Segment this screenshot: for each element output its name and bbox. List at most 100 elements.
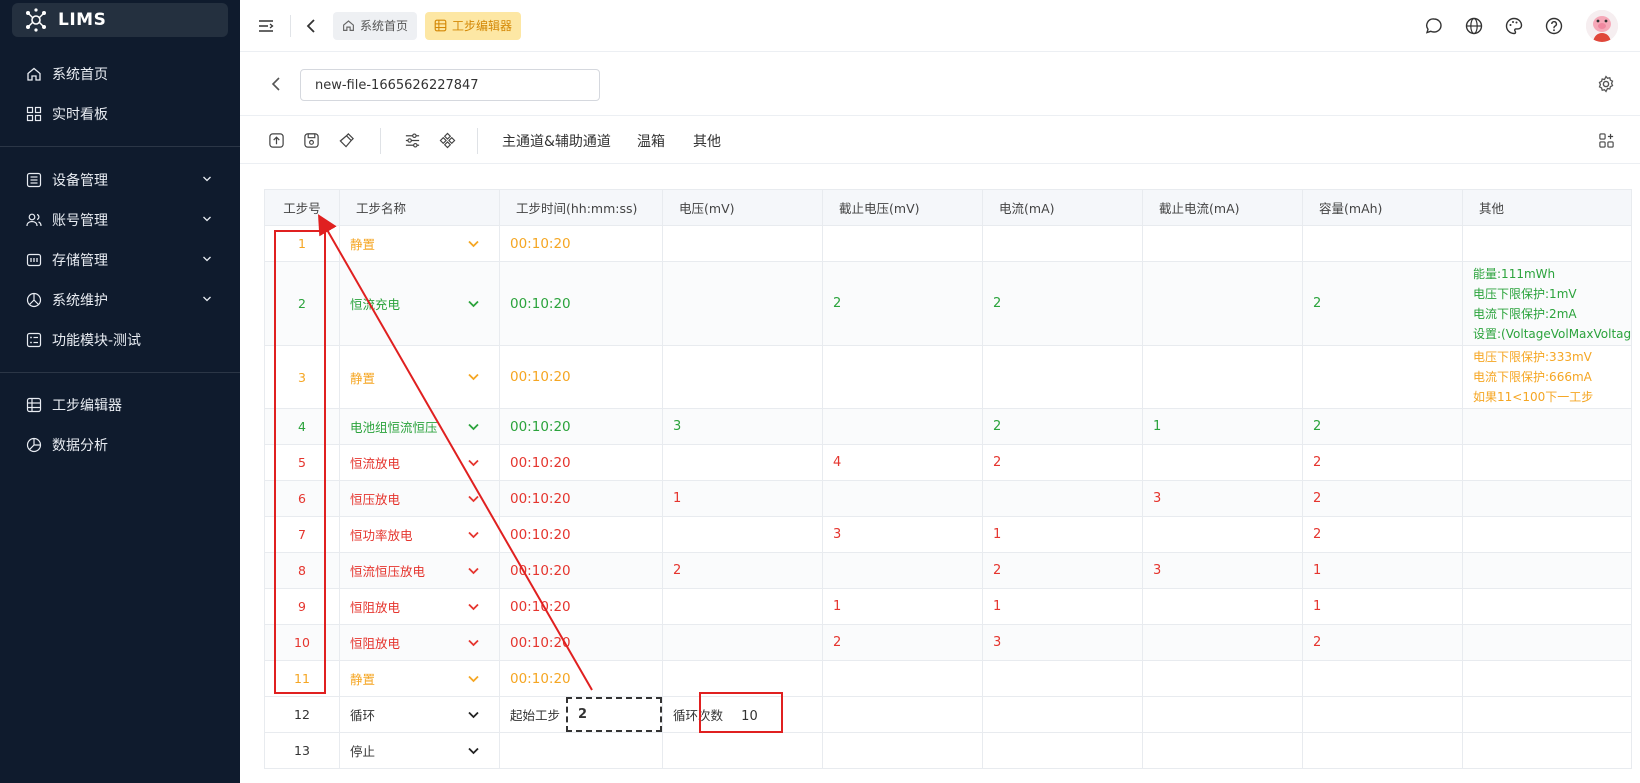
cell-step-name[interactable]: 电池组恒流恒压 bbox=[339, 408, 500, 445]
cell-step-time[interactable]: 00:10:20 bbox=[498, 225, 664, 262]
column-header-step-no[interactable]: 工步号 bbox=[264, 189, 340, 226]
cell-capacity[interactable]: 2 bbox=[1302, 444, 1464, 481]
cell-current[interactable] bbox=[982, 660, 1144, 697]
upload-icon[interactable] bbox=[266, 130, 286, 150]
cell-cut-current[interactable] bbox=[1142, 444, 1304, 481]
cell-capacity[interactable] bbox=[1302, 345, 1464, 409]
cell-step-name[interactable]: 静置 bbox=[339, 225, 500, 262]
cell-cut-current[interactable] bbox=[1142, 660, 1304, 697]
table-row[interactable]: 11 静置 00:10:20 bbox=[264, 660, 1633, 697]
cell-cut-voltage[interactable] bbox=[822, 552, 984, 589]
cell-capacity[interactable]: 2 bbox=[1302, 480, 1464, 517]
cell-current[interactable] bbox=[982, 480, 1144, 517]
table-row[interactable]: 3 静置 00:10:20 电压下限保护:333mV 电流下限保护:666mA 如果11<… bbox=[264, 345, 1633, 409]
file-name-input[interactable] bbox=[300, 69, 600, 101]
column-header-step-time[interactable]: 工步时间(hh:mm:ss) bbox=[498, 189, 664, 226]
cell-step-name[interactable]: 恒功率放电 bbox=[339, 516, 500, 553]
cell-other[interactable] bbox=[1462, 516, 1633, 553]
cell-current[interactable]: 1 bbox=[982, 588, 1144, 625]
cell-cut-current[interactable] bbox=[1142, 225, 1304, 262]
cell-voltage[interactable]: 2 bbox=[662, 552, 824, 589]
cell-current[interactable] bbox=[982, 345, 1144, 409]
table-row[interactable]: 10 恒阻放电 00:10:20 2 3 2 bbox=[264, 624, 1633, 661]
column-header-voltage[interactable]: 电压(mV) bbox=[662, 189, 824, 226]
cell-voltage[interactable]: 1 bbox=[662, 480, 824, 517]
cell-voltage[interactable] bbox=[662, 624, 824, 661]
tab-temp-chamber[interactable]: 温箱 bbox=[637, 131, 665, 151]
sidebar-item-home[interactable]: 系统首页 bbox=[0, 54, 240, 94]
cell-cut-voltage[interactable] bbox=[822, 225, 984, 262]
cell-other[interactable]: 电压下限保护:333mV 电流下限保护:666mA 如果11<100下一工步 bbox=[1462, 345, 1633, 409]
cell-step-name[interactable]: 停止 bbox=[339, 732, 500, 769]
cell-cut-voltage[interactable]: 2 bbox=[822, 624, 984, 661]
table-row[interactable]: 9 恒阻放电 00:10:20 1 1 1 bbox=[264, 588, 1633, 625]
tab-main-aux-channel[interactable]: 主通道&辅助通道 bbox=[502, 131, 611, 151]
cell-cut-current[interactable] bbox=[1142, 261, 1304, 346]
column-header-current[interactable]: 电流(mA) bbox=[982, 189, 1144, 226]
cell-cut-current[interactable]: 3 bbox=[1142, 480, 1304, 517]
cell-current[interactable]: 2 bbox=[982, 444, 1144, 481]
cell-current[interactable]: 2 bbox=[982, 261, 1144, 346]
add-widget-icon[interactable] bbox=[1596, 130, 1616, 150]
cell-step-name[interactable]: 静置 bbox=[339, 660, 500, 697]
cell-step-name[interactable]: 恒流放电 bbox=[339, 444, 500, 481]
cell-cut-voltage[interactable] bbox=[822, 660, 984, 697]
app-logo[interactable]: LIMS bbox=[12, 3, 228, 37]
components-icon[interactable] bbox=[437, 130, 457, 150]
cell-other[interactable] bbox=[1462, 588, 1633, 625]
cell-other[interactable] bbox=[1462, 552, 1633, 589]
tab-other[interactable]: 其他 bbox=[693, 131, 721, 151]
back-icon[interactable] bbox=[266, 74, 286, 94]
cell-cut-voltage[interactable] bbox=[822, 480, 984, 517]
cell-cut-voltage[interactable]: 2 bbox=[822, 261, 984, 346]
column-header-cut-voltage[interactable]: 截止电压(mV) bbox=[822, 189, 984, 226]
table-row[interactable]: 7 恒功率放电 00:10:20 3 1 2 bbox=[264, 516, 1633, 553]
cell-step-name[interactable]: 恒压放电 bbox=[339, 480, 500, 517]
cell-voltage[interactable]: 3 bbox=[662, 408, 824, 445]
cell-capacity[interactable] bbox=[1302, 225, 1464, 262]
sidebar-item-maintenance[interactable]: 系统维护 bbox=[0, 280, 240, 320]
cell-current[interactable]: 2 bbox=[982, 552, 1144, 589]
sidebar-item-storage[interactable]: 存储管理 bbox=[0, 240, 240, 280]
sidebar-item-dashboard[interactable]: 实时看板 bbox=[0, 94, 240, 134]
cell-capacity[interactable]: 2 bbox=[1302, 408, 1464, 445]
cell-other[interactable] bbox=[1462, 624, 1633, 661]
cell-cut-current[interactable]: 3 bbox=[1142, 552, 1304, 589]
cell-cut-current[interactable] bbox=[1142, 516, 1304, 553]
cell-voltage[interactable] bbox=[662, 261, 824, 346]
cell-other[interactable] bbox=[1462, 444, 1633, 481]
clear-icon[interactable] bbox=[336, 130, 356, 150]
tab-home[interactable]: 系统首页 bbox=[333, 11, 418, 40]
cell-capacity[interactable]: 2 bbox=[1302, 261, 1464, 346]
cell-cut-current[interactable] bbox=[1142, 345, 1304, 409]
cell-step-name[interactable]: 循环 bbox=[339, 696, 500, 733]
cell-step-time[interactable]: 00:10:20 bbox=[498, 588, 664, 625]
cell-other[interactable] bbox=[1462, 408, 1633, 445]
sidebar-item-module-test[interactable]: 功能模块-测试 bbox=[0, 320, 240, 360]
sidebar-item-accounts[interactable]: 账号管理 bbox=[0, 200, 240, 240]
cell-cut-voltage[interactable]: 3 bbox=[822, 516, 984, 553]
cell-voltage[interactable] bbox=[662, 588, 824, 625]
cell-step-time[interactable]: 00:10:20 bbox=[498, 660, 664, 697]
table-row[interactable]: 6 恒压放电 00:10:20 1 3 2 bbox=[264, 480, 1633, 517]
cell-other[interactable] bbox=[1462, 480, 1633, 517]
table-row[interactable]: 1 静置 00:10:20 bbox=[264, 225, 1633, 262]
cell-voltage[interactable] bbox=[662, 225, 824, 262]
cell-capacity[interactable]: 2 bbox=[1302, 624, 1464, 661]
column-header-other[interactable]: 其他 bbox=[1462, 189, 1633, 226]
sliders-icon[interactable] bbox=[402, 130, 422, 150]
cell-step-time[interactable]: 00:10:20 bbox=[498, 624, 664, 661]
column-header-cut-current[interactable]: 截止电流(mA) bbox=[1142, 189, 1304, 226]
sidebar-item-step-editor[interactable]: 工步编辑器 bbox=[0, 385, 240, 425]
cell-cut-current[interactable] bbox=[1142, 588, 1304, 625]
message-icon[interactable] bbox=[1424, 16, 1444, 36]
cell-step-time[interactable]: 00:10:20 bbox=[498, 552, 664, 589]
cell-cut-voltage[interactable]: 4 bbox=[822, 444, 984, 481]
cell-step-time[interactable]: 00:10:20 bbox=[498, 444, 664, 481]
cell-step-time[interactable]: 00:10:20 bbox=[498, 345, 664, 409]
cell-step-name[interactable]: 静置 bbox=[339, 345, 500, 409]
cell-current[interactable]: 2 bbox=[982, 408, 1144, 445]
help-icon[interactable] bbox=[1544, 16, 1564, 36]
cell-other[interactable]: 能量:111mWh 电压下限保护:1mV 电流下限保护:2mA 设置:(Voltage… bbox=[1462, 261, 1633, 346]
cell-step-name[interactable]: 恒流恒压放电 bbox=[339, 552, 500, 589]
